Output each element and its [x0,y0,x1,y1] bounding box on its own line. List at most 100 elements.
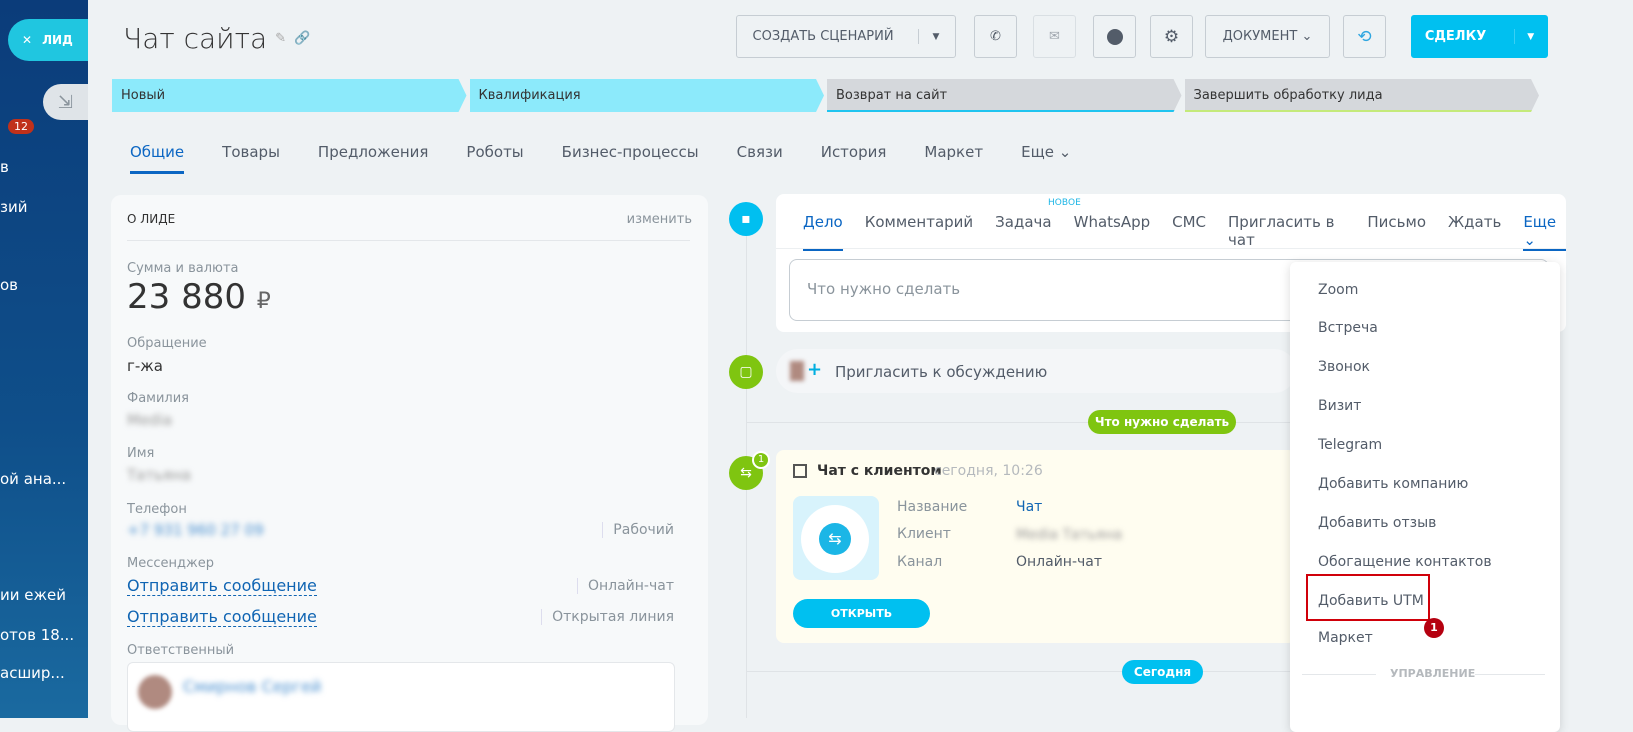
tab-offers[interactable]: Предложения [318,143,429,174]
stage-finish[interactable]: Завершить обработку лида [1185,79,1540,112]
tab-whatsapp[interactable]: WhatsApp [1074,213,1151,251]
responsible-box[interactable]: Смирнов Сергей [127,662,675,732]
tab-products[interactable]: Товары [222,143,280,174]
chevron-down-icon: ⌄ [1301,29,1313,44]
edit-link[interactable]: изменить [627,212,692,227]
firstname-label: Имя [127,446,155,461]
tab-more[interactable]: Еще ⌄ [1523,213,1566,251]
stage-new[interactable]: Новый [112,79,467,112]
tab-links[interactable]: Связи [737,143,783,174]
tab-market[interactable]: Маркет [924,143,983,174]
divider [746,671,1291,672]
messenger-type: Онлайн-чат [576,578,674,594]
phone-type: Рабочий [602,522,674,538]
deal-button[interactable]: СДЕЛКУ ▼ [1411,15,1548,58]
messenger-type: Открытая линия [541,609,674,625]
lastname-label: Фамилия [127,391,189,406]
menu-item-telegram[interactable]: Telegram [1318,437,1382,453]
tab-comment[interactable]: Комментарий [865,213,973,251]
tab-sms[interactable]: СМС [1172,213,1206,251]
link-icon[interactable]: 🔗 [294,31,310,46]
avatar [138,675,172,709]
client-value[interactable]: Media Татьяна [1016,527,1122,543]
menu-item-add-review[interactable]: Добавить отзыв [1318,515,1436,531]
convert-button[interactable]: ⟲ [1343,15,1386,58]
envelope-icon: ✉ [1049,29,1060,44]
phone-icon: ✆ [990,29,1001,44]
sidebar-item[interactable]: ой ана... [0,470,66,488]
close-lead-button[interactable]: ✕ ЛИД [8,19,88,61]
tab-email[interactable]: Письмо [1367,213,1426,251]
menu-item-meeting[interactable]: Встреча [1318,320,1378,336]
menu-item-enrich-contacts[interactable]: Обогащение контактов [1318,554,1492,570]
caret-down-icon[interactable]: ▼ [933,32,940,42]
phone-button[interactable]: ✆ [974,15,1017,58]
divider [1475,674,1545,675]
step-marker: 1 [1424,618,1444,638]
open-button[interactable]: ОТКРЫТЬ [793,599,930,628]
currency: ₽ [256,289,271,314]
tab-more-label: Еще [1523,213,1557,231]
menu-item-market[interactable]: Маркет [1318,630,1373,646]
menu-item-zoom[interactable]: Zoom [1318,282,1358,298]
menu-item-call[interactable]: Звонок [1318,359,1370,375]
appeal-label: Обращение [127,336,207,351]
send-message-link[interactable]: Отправить сообщение [127,576,317,596]
tab-business-processes[interactable]: Бизнес-процессы [562,143,699,174]
create-scenario-button[interactable]: СОЗДАТЬ СЦЕНАРИЙ ▼ [736,15,956,58]
tab-robots[interactable]: Роботы [466,143,523,174]
edit-pencil-icon[interactable]: ✎ [275,31,286,46]
tab-task-deal[interactable]: Дело [803,213,843,251]
sidebar-item[interactable]: зий [0,198,27,216]
responsible-name[interactable]: Смирнов Сергей [183,677,321,696]
stage-qualification[interactable]: Квалификация [470,79,825,112]
highlight-box [1306,574,1430,621]
plus-icon: + [807,359,823,380]
deal-label: СДЕЛКУ [1425,29,1516,44]
phone-value[interactable]: +7 931 960 27 09 [127,521,264,539]
tab-history[interactable]: История [821,143,887,174]
counter-badge: 12 [8,119,34,134]
new-badge: НОВОЕ [1048,198,1081,208]
sum-label: Сумма и валюта [127,261,239,276]
name-value[interactable]: Чат [1016,499,1042,515]
sidebar-item[interactable]: отов 18... [0,626,74,644]
caret-down-icon[interactable]: ▼ [1527,32,1534,42]
invite-label: Пригласить к обсуждению [835,363,1048,381]
comment-icon: ▪ [729,202,763,236]
lead-label: ЛИД [42,33,73,47]
main-tabs: Общие Товары Предложения Роботы Бизнес-п… [130,143,1071,174]
chat-icon [1106,28,1123,45]
tab-more[interactable]: Еще ⌄ [1021,143,1071,174]
sidebar-item[interactable]: ии ежей [0,586,66,604]
menu-item-add-company[interactable]: Добавить компанию [1318,476,1468,492]
stage-return[interactable]: Возврат на сайт [827,79,1182,112]
stage-bar: Новый Квалификация Возврат на сайт Завер… [112,79,1542,114]
divider [1302,674,1376,675]
tab-wait[interactable]: Ждать [1448,213,1501,251]
chat-count-badge: 1 [752,451,770,469]
invite-bar[interactable]: + Пригласить к обсуждению [776,349,1296,393]
chat-logo: ⇆ [793,496,879,580]
sidebar-item[interactable]: в [0,158,9,176]
tab-task[interactable]: Задача [995,213,1051,251]
discussion-icon: ▢ [729,355,763,389]
avatar [790,361,804,381]
tab-invite-chat[interactable]: Пригласить в чат [1228,213,1345,251]
document-button[interactable]: ДОКУМЕНТ ⌄ [1205,15,1330,58]
divider [127,240,690,241]
sidebar-item[interactable]: асшир... [0,664,65,682]
lastname-value: Media [127,411,173,429]
settings-button[interactable]: ⚙ [1150,15,1193,58]
chat-button[interactable] [1093,15,1136,58]
page-title: Чат сайта ✎ 🔗 [123,22,310,55]
chat-title[interactable]: Чат с клиентом [817,463,942,479]
sidebar-item[interactable]: ов [0,276,18,294]
minimize-button[interactable]: ⇲ [43,84,88,120]
menu-item-visit[interactable]: Визит [1318,398,1361,414]
email-button[interactable]: ✉ [1033,15,1076,58]
send-message-link[interactable]: Отправить сообщение [127,607,317,627]
sum-amount: 23 880 [127,277,246,317]
complete-checkbox[interactable] [793,464,807,478]
tab-general[interactable]: Общие [130,143,185,174]
